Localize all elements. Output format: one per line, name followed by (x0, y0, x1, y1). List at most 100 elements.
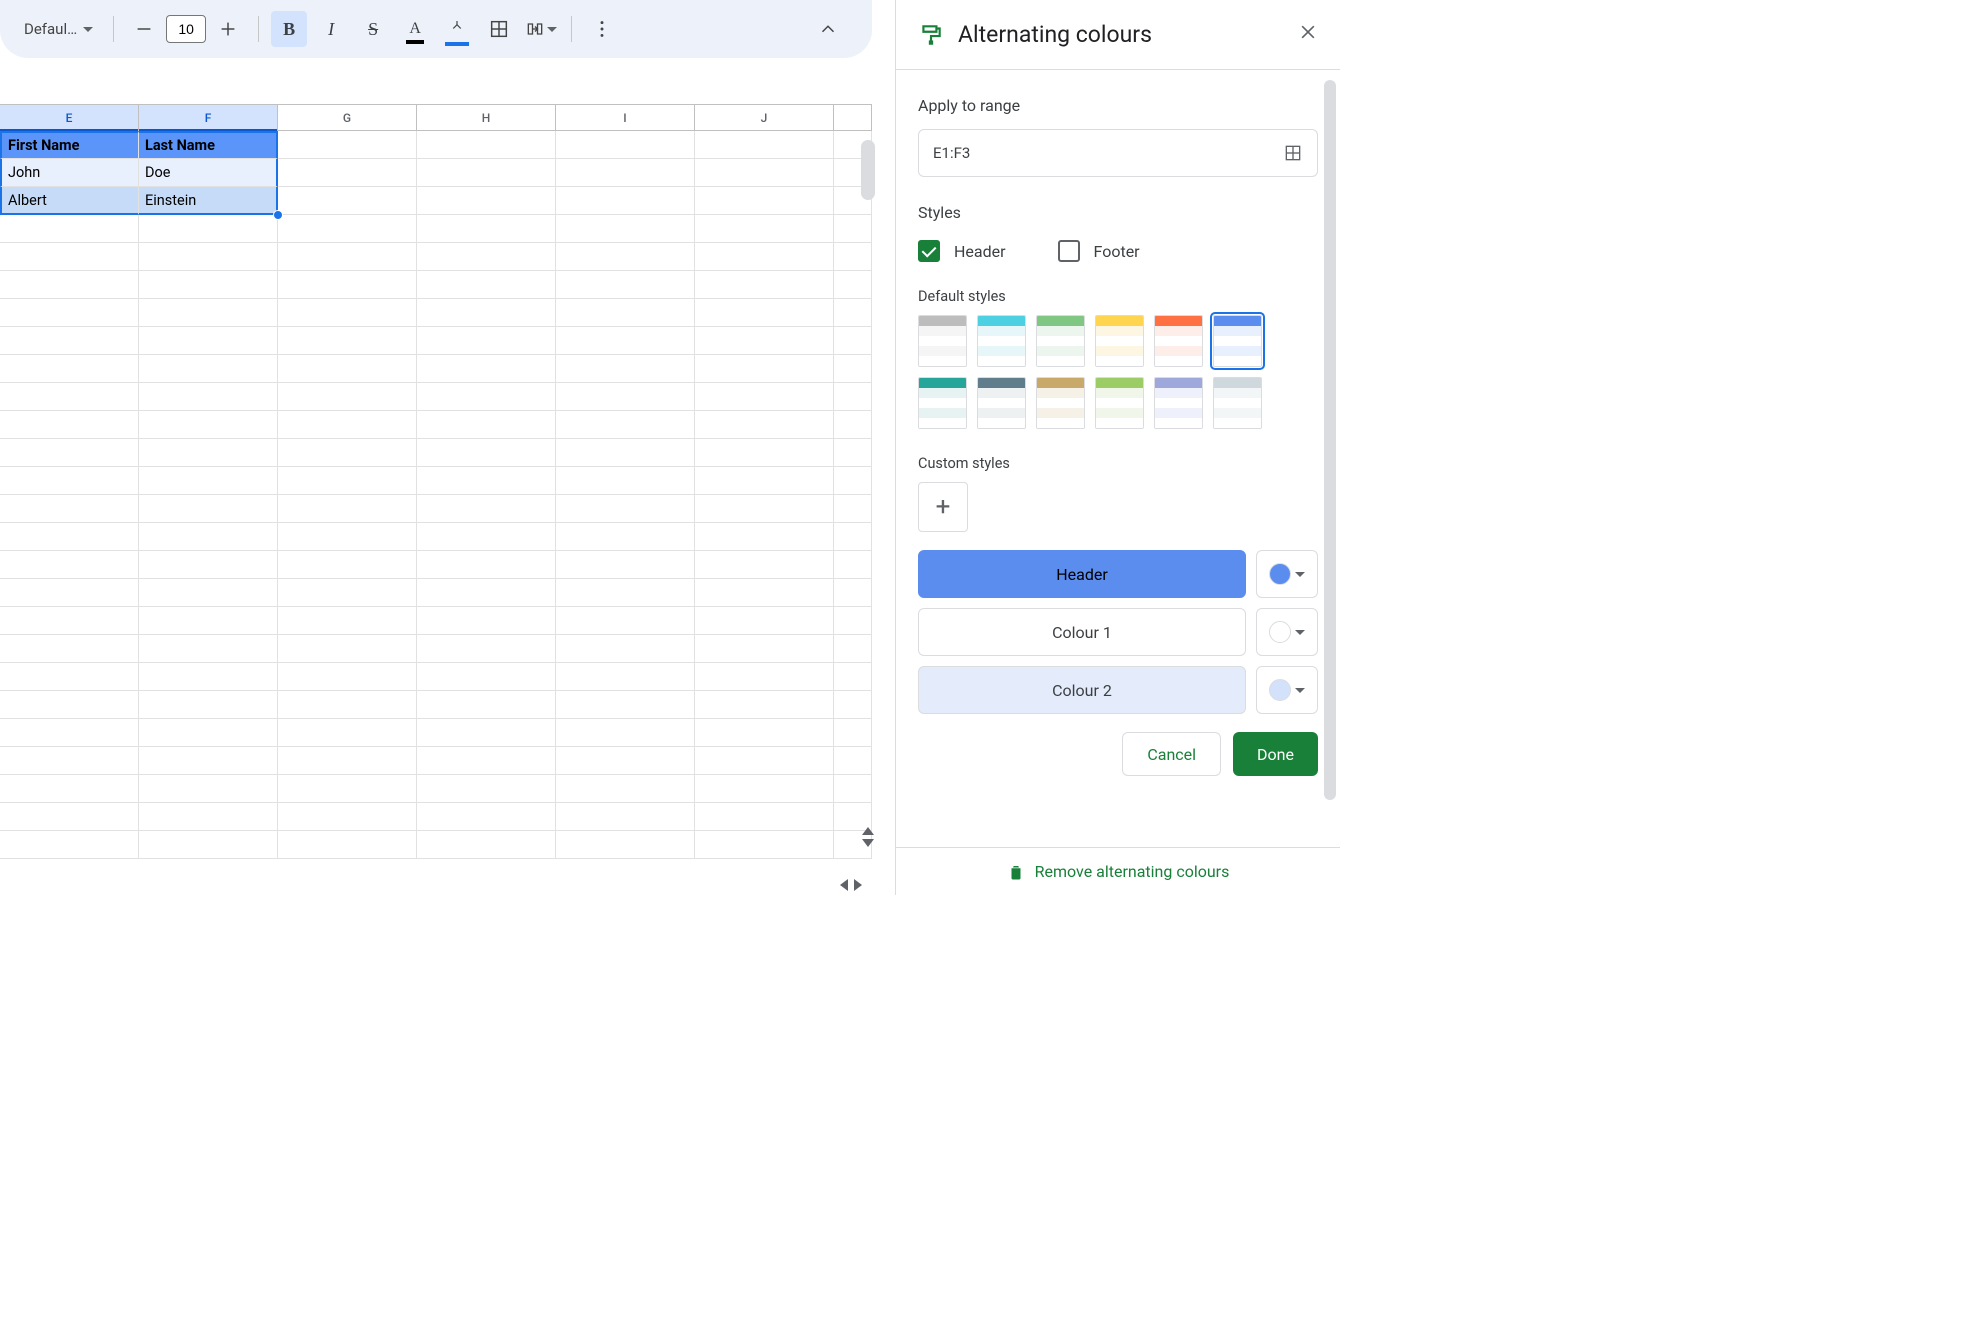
cell[interactable] (417, 187, 556, 215)
cell[interactable] (695, 607, 834, 635)
cell[interactable] (834, 467, 872, 495)
cell[interactable] (139, 607, 278, 635)
cell[interactable] (139, 411, 278, 439)
cell[interactable] (0, 691, 139, 719)
cell[interactable] (556, 299, 695, 327)
cell[interactable] (834, 495, 872, 523)
cell[interactable] (834, 271, 872, 299)
cell[interactable] (556, 747, 695, 775)
cancel-button[interactable]: Cancel (1122, 732, 1221, 776)
cell[interactable] (556, 691, 695, 719)
cell[interactable] (417, 523, 556, 551)
cell[interactable] (417, 327, 556, 355)
cell[interactable] (0, 635, 139, 663)
cell[interactable] (417, 635, 556, 663)
cell[interactable] (417, 747, 556, 775)
cell[interactable] (556, 355, 695, 383)
selection-handle[interactable] (273, 210, 283, 220)
cell[interactable] (139, 803, 278, 831)
cell[interactable] (0, 719, 139, 747)
cell[interactable] (834, 383, 872, 411)
cell[interactable] (834, 719, 872, 747)
cell[interactable] (834, 551, 872, 579)
cell[interactable] (556, 131, 695, 159)
cell[interactable] (139, 523, 278, 551)
cell[interactable] (695, 719, 834, 747)
palette-swatch[interactable] (1213, 315, 1262, 367)
cell[interactable] (834, 747, 872, 775)
remove-alternating-colours-link[interactable]: Remove alternating colours (896, 847, 1340, 895)
add-custom-style-button[interactable]: + (918, 482, 968, 532)
cell[interactable] (278, 747, 417, 775)
spreadsheet-grid[interactable]: E F G H I J First NameLast NameJohnDoeAl… (0, 104, 872, 859)
cell[interactable] (0, 439, 139, 467)
cell[interactable] (0, 831, 139, 859)
cell[interactable] (139, 747, 278, 775)
cell[interactable] (0, 579, 139, 607)
scroll-left-arrow[interactable] (840, 879, 848, 891)
cell[interactable] (556, 383, 695, 411)
cell[interactable] (278, 607, 417, 635)
panel-scrollbar[interactable] (1324, 80, 1336, 800)
header-checkbox[interactable]: Header (918, 240, 1006, 262)
cell[interactable] (695, 243, 834, 271)
palette-swatch[interactable] (977, 315, 1026, 367)
cell[interactable] (139, 551, 278, 579)
palette-swatch[interactable] (1036, 315, 1085, 367)
cell[interactable] (0, 803, 139, 831)
cell[interactable] (278, 187, 417, 215)
cell[interactable] (695, 691, 834, 719)
cell[interactable] (278, 467, 417, 495)
cell[interactable] (556, 327, 695, 355)
cell[interactable] (417, 355, 556, 383)
cell[interactable]: Last Name (139, 131, 278, 159)
cell[interactable] (695, 411, 834, 439)
cell[interactable] (0, 411, 139, 439)
palette-swatch[interactable] (1213, 377, 1262, 429)
cell[interactable]: Doe (139, 159, 278, 187)
cell[interactable] (278, 635, 417, 663)
cell[interactable] (695, 775, 834, 803)
cell[interactable] (139, 467, 278, 495)
cell[interactable] (556, 411, 695, 439)
cell[interactable] (695, 663, 834, 691)
cell[interactable] (556, 803, 695, 831)
cell[interactable] (417, 383, 556, 411)
select-range-icon[interactable] (1283, 143, 1303, 163)
cell[interactable] (834, 243, 872, 271)
cell[interactable] (139, 439, 278, 467)
cell[interactable] (556, 215, 695, 243)
cell[interactable] (0, 215, 139, 243)
cell[interactable] (834, 411, 872, 439)
cell[interactable] (0, 607, 139, 635)
cell[interactable] (278, 831, 417, 859)
cell[interactable] (278, 383, 417, 411)
cell[interactable] (556, 607, 695, 635)
cell[interactable] (0, 747, 139, 775)
bold-button[interactable]: B (271, 11, 307, 47)
cell[interactable] (695, 187, 834, 215)
colour1-picker[interactable] (1256, 608, 1318, 656)
cell[interactable] (834, 523, 872, 551)
font-size-input[interactable] (166, 15, 206, 43)
palette-swatch[interactable] (1095, 315, 1144, 367)
cell[interactable] (695, 215, 834, 243)
cell[interactable] (278, 523, 417, 551)
cell[interactable] (556, 719, 695, 747)
text-color-button[interactable]: A (397, 11, 433, 47)
cell[interactable] (139, 215, 278, 243)
done-button[interactable]: Done (1233, 732, 1318, 776)
cell[interactable] (417, 831, 556, 859)
cell[interactable] (139, 663, 278, 691)
cell[interactable] (278, 131, 417, 159)
cell[interactable] (556, 635, 695, 663)
cell[interactable] (834, 663, 872, 691)
cell[interactable] (278, 299, 417, 327)
cell[interactable] (139, 355, 278, 383)
cell[interactable] (695, 159, 834, 187)
cell[interactable] (834, 579, 872, 607)
cell[interactable] (278, 579, 417, 607)
cell[interactable] (139, 271, 278, 299)
cell[interactable] (834, 327, 872, 355)
cell[interactable] (278, 551, 417, 579)
